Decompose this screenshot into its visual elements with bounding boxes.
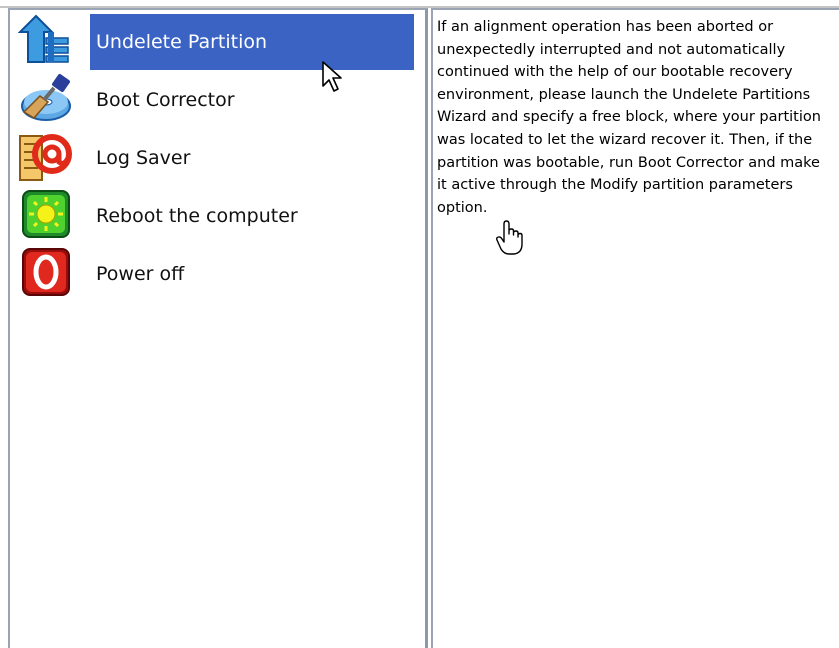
arrow-cursor-icon xyxy=(322,61,342,92)
menu-item-boot-corrector[interactable]: Boot Corrector xyxy=(18,72,418,128)
tools-list-pane: Undelete Partition Boot Corrector Log Sa… xyxy=(8,8,428,648)
menu-item-label: Boot Corrector xyxy=(96,89,235,111)
reboot-icon xyxy=(22,190,70,238)
menu-item-reboot-computer[interactable]: Reboot the computer xyxy=(18,188,418,244)
menu-item-log-saver[interactable]: Log Saver xyxy=(18,130,418,186)
hand-cursor-icon xyxy=(496,220,523,255)
window-top-edge xyxy=(0,0,839,8)
description-text: If an alignment operation has been abort… xyxy=(437,19,821,216)
menu-item-label: Power off xyxy=(96,263,185,285)
description-pane: If an alignment operation has been abort… xyxy=(431,8,839,648)
undelete-partition-icon xyxy=(18,14,69,63)
power-off-icon xyxy=(22,248,70,296)
menu-item-label: Undelete Partition xyxy=(96,31,268,53)
tools-window: Undelete Partition Boot Corrector Log Sa… xyxy=(0,0,839,648)
menu-item-label: Log Saver xyxy=(96,147,191,169)
log-saver-icon xyxy=(19,134,72,181)
menu-item-label: Reboot the computer xyxy=(96,205,298,227)
menu-item-power-off[interactable]: Power off xyxy=(18,246,418,302)
boot-corrector-icon xyxy=(21,74,71,121)
menu-item-undelete-partition[interactable]: Undelete Partition xyxy=(18,14,418,70)
